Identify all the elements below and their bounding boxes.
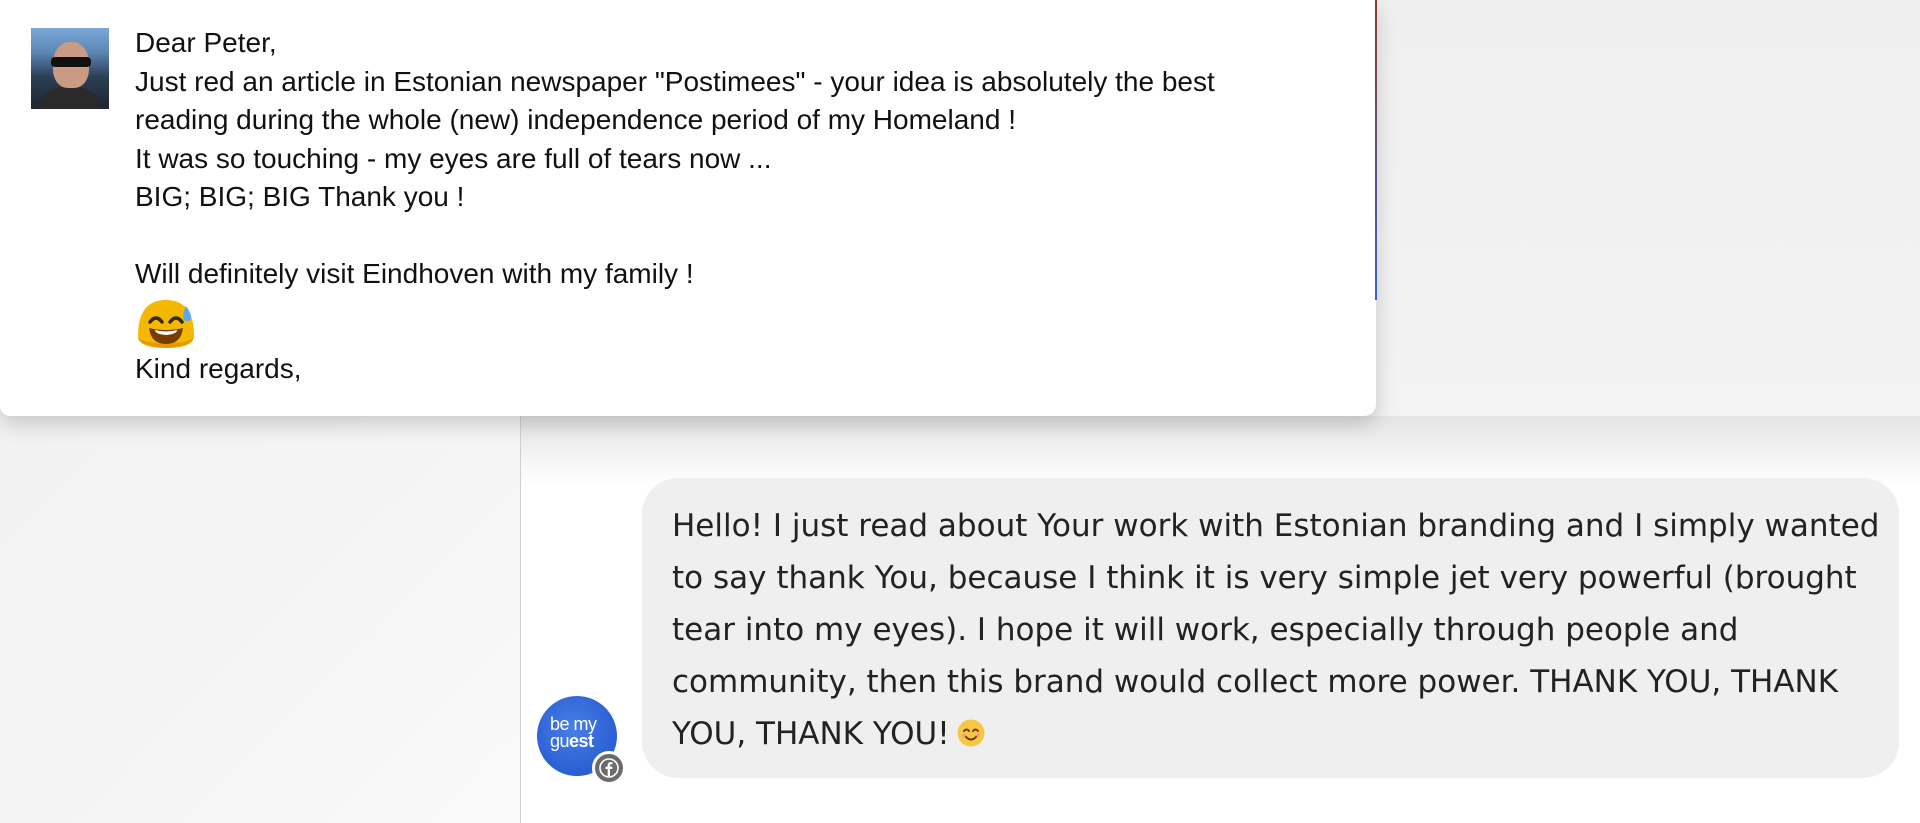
email-message-card: Dear Peter, Just red an article in Eston… bbox=[0, 0, 1377, 416]
smiling-face-icon bbox=[957, 719, 985, 747]
chat-message-line: to say thank You, because I think it is … bbox=[672, 560, 1857, 596]
chat-message-line: Hello! I just read about Your work with … bbox=[672, 508, 1880, 544]
be-my-guest-logo: be my guest bbox=[550, 714, 597, 751]
email-line: Just red an article in Estonian newspape… bbox=[135, 65, 1215, 97]
sender-avatar bbox=[31, 28, 109, 109]
email-line: It was so touching - my eyes are full of… bbox=[135, 142, 772, 174]
email-line: reading during the whole (new) independe… bbox=[135, 104, 1016, 135]
email-greeting: Dear Peter, bbox=[135, 27, 277, 58]
chat-message-line: tear into my eyes). I hope it will work,… bbox=[672, 612, 1739, 648]
chat-message-line: community, then this brand would collect… bbox=[672, 664, 1839, 700]
chat-message-text: Hello! I just read about Your work with … bbox=[672, 500, 1880, 760]
email-line: BIG; BIG; BIG Thank you ! bbox=[135, 181, 465, 212]
email-visit-line: Will definitely visit Eindhoven with my … bbox=[135, 258, 694, 289]
chat-message-bubble[interactable]: Hello! I just read about Your work with … bbox=[642, 478, 1899, 778]
chat-message-line: YOU, THANK YOU! bbox=[672, 716, 950, 752]
facebook-icon bbox=[592, 751, 626, 785]
email-body: Dear Peter, Just red an article in Eston… bbox=[135, 24, 1355, 388]
background-right bbox=[1376, 0, 1920, 416]
background-left bbox=[0, 416, 521, 823]
email-closing: Kind regards, bbox=[135, 352, 302, 384]
smiling-face-with-sweat-icon bbox=[138, 299, 194, 348]
